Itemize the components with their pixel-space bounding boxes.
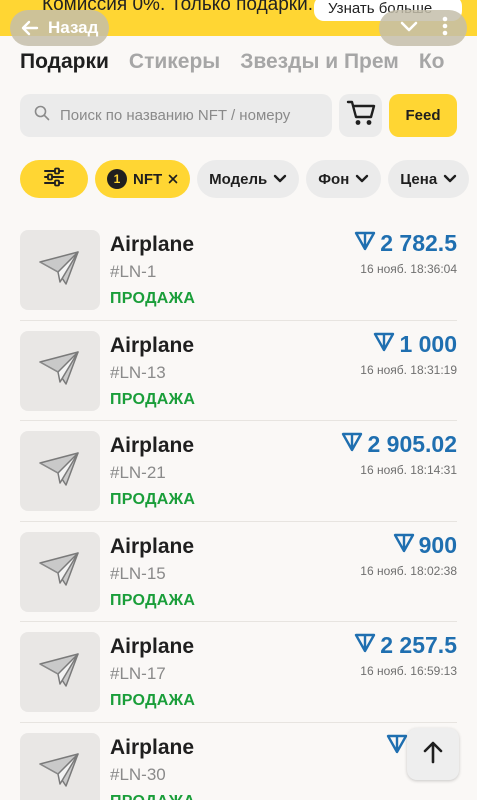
gift-name: Airplane bbox=[110, 534, 195, 558]
ton-icon bbox=[373, 331, 395, 358]
gift-price: 2 905.02 bbox=[341, 431, 457, 458]
scroll-top-button[interactable] bbox=[407, 728, 459, 780]
gift-thumbnail bbox=[20, 330, 100, 411]
gift-thumbnail bbox=[20, 230, 100, 310]
tab-gifts[interactable]: Подарки bbox=[20, 50, 109, 80]
paper-airplane-icon bbox=[36, 746, 84, 799]
gift-price: 1 000 bbox=[373, 331, 457, 358]
gift-name: Airplane bbox=[110, 434, 195, 457]
status-badge: ПРОДАЖА bbox=[110, 793, 195, 800]
filter-chip-price[interactable]: Цена bbox=[388, 160, 470, 198]
gift-timestamp: 16 нояб. 16:59:13 bbox=[360, 664, 457, 678]
window-controls bbox=[379, 10, 467, 46]
status-badge: ПРОДАЖА bbox=[110, 591, 196, 609]
filter-count-badge: 1 bbox=[107, 169, 127, 189]
paper-airplane-icon bbox=[36, 545, 84, 598]
filter-chip-background[interactable]: Фон bbox=[306, 160, 382, 198]
ton-icon bbox=[386, 733, 408, 760]
chevron-down-icon bbox=[355, 171, 369, 188]
gift-thumbnail bbox=[20, 531, 100, 612]
gift-number: #LN-17 bbox=[110, 664, 166, 683]
tab-stickers[interactable]: Стикеры bbox=[129, 50, 220, 80]
filter-chip-nft[interactable]: 1 NFT bbox=[95, 160, 191, 198]
cart-icon bbox=[346, 99, 376, 132]
price-value: 2 257.5 bbox=[380, 632, 457, 658]
filter-settings-button[interactable] bbox=[20, 160, 88, 198]
list-item[interactable]: Airplane #LN-21 ПРОДАЖА 2 905.02 16 нояб… bbox=[20, 421, 457, 522]
arrow-up-icon bbox=[422, 740, 444, 769]
chevron-down-icon bbox=[273, 171, 287, 188]
tab-more[interactable]: Ко bbox=[419, 50, 445, 80]
status-badge: ПРОДАЖА bbox=[110, 491, 196, 508]
gift-number: #LN-21 bbox=[110, 463, 166, 482]
list-item[interactable]: Airplane #LN-13 ПРОДАЖА 1 000 16 нояб. 1… bbox=[20, 321, 457, 421]
status-badge: ПРОДАЖА bbox=[110, 692, 196, 709]
close-icon[interactable] bbox=[168, 171, 178, 188]
feed-button[interactable]: Feed bbox=[389, 94, 457, 137]
gift-name: Airplane bbox=[110, 233, 195, 256]
cart-button[interactable] bbox=[339, 94, 382, 137]
gift-number: #LN-30 bbox=[110, 764, 166, 784]
filter-chip-model[interactable]: Модель bbox=[197, 160, 300, 198]
price-value: 900 bbox=[418, 531, 457, 558]
gift-thumbnail bbox=[20, 431, 100, 511]
more-vertical-icon[interactable] bbox=[441, 15, 449, 42]
chevron-down-icon bbox=[443, 171, 457, 188]
price-value: 2 905.02 bbox=[367, 431, 457, 457]
gift-name: Airplane bbox=[110, 333, 195, 357]
search-icon bbox=[34, 105, 50, 126]
category-tabs: Подарки Стикеры Звезды и Прем Ко bbox=[20, 50, 477, 80]
gift-timestamp: 16 нояб. 18:14:31 bbox=[360, 463, 457, 477]
search-input[interactable] bbox=[60, 107, 320, 124]
paper-airplane-icon bbox=[36, 344, 84, 397]
tab-stars-premium[interactable]: Звезды и Прем bbox=[240, 50, 399, 80]
chevron-down-icon[interactable] bbox=[398, 15, 420, 42]
back-button[interactable]: Назад bbox=[10, 10, 109, 46]
gift-timestamp: 16 нояб. 18:36:04 bbox=[360, 262, 457, 276]
gift-number: #LN-15 bbox=[110, 563, 166, 583]
gift-timestamp: 16 нояб. 18:31:19 bbox=[360, 362, 457, 377]
status-badge: ПРОДАЖА bbox=[110, 290, 196, 307]
search-bar bbox=[20, 94, 332, 137]
paper-airplane-icon bbox=[36, 445, 84, 498]
filter-model-label: Модель bbox=[209, 170, 268, 188]
price-value: 2 782.5 bbox=[380, 230, 457, 256]
gift-name: Airplane bbox=[110, 735, 195, 759]
gift-number: #LN-1 bbox=[110, 262, 157, 281]
gift-price: 900 bbox=[393, 532, 457, 559]
paper-airplane-icon bbox=[36, 646, 84, 699]
ton-icon bbox=[393, 532, 415, 559]
price-value: 1 000 bbox=[399, 330, 457, 357]
list-item[interactable]: Airplane #LN-30 ПРОДАЖА 2 81 16 нояб. bbox=[20, 723, 457, 800]
gift-timestamp: 16 нояб. 18:02:38 bbox=[360, 563, 457, 578]
ton-icon bbox=[354, 632, 376, 659]
list-item[interactable]: Airplane #LN-17 ПРОДАЖА 2 257.5 16 нояб.… bbox=[20, 622, 457, 723]
ton-icon bbox=[341, 431, 363, 458]
filter-background-label: Фон bbox=[318, 170, 350, 188]
arrow-left-icon bbox=[20, 18, 40, 38]
back-label: Назад bbox=[48, 18, 99, 37]
gift-price: 2 782.5 bbox=[354, 230, 457, 257]
list-item[interactable]: Airplane #LN-15 ПРОДАЖА 900 16 нояб. 18:… bbox=[20, 522, 457, 622]
gift-thumbnail bbox=[20, 632, 100, 712]
ton-icon bbox=[354, 230, 376, 257]
list-item[interactable]: Airplane #LN-1 ПРОДАЖА 2 782.5 16 нояб. … bbox=[20, 220, 457, 321]
sliders-icon bbox=[43, 167, 65, 191]
gift-thumbnail bbox=[20, 732, 100, 800]
gift-name: Airplane bbox=[110, 635, 195, 658]
status-badge: ПРОДАЖА bbox=[110, 390, 196, 408]
gift-number: #LN-13 bbox=[110, 362, 166, 382]
gift-list: Airplane #LN-1 ПРОДАЖА 2 782.5 16 нояб. … bbox=[20, 220, 457, 800]
filter-nft-label: NFT bbox=[133, 170, 163, 188]
paper-airplane-icon bbox=[36, 244, 84, 297]
filter-chips: 1 NFT Модель Фон Цена bbox=[20, 160, 470, 198]
gift-price: 2 257.5 bbox=[354, 632, 457, 659]
filter-price-label: Цена bbox=[400, 170, 438, 188]
